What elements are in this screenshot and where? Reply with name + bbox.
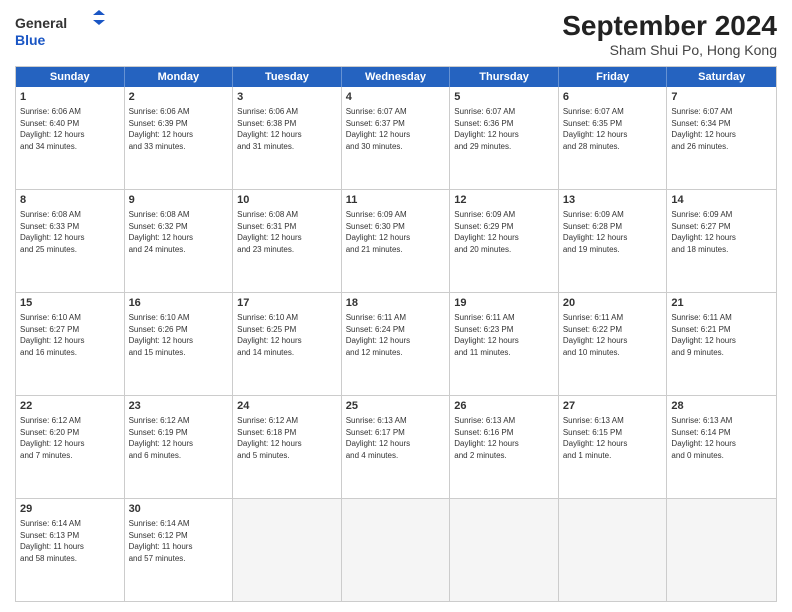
month-title: September 2024: [562, 10, 777, 42]
cell-sep-21: 21 Sunrise: 6:11 AMSunset: 6:21 PMDaylig…: [667, 293, 776, 395]
cell-sep-8: 8 Sunrise: 6:08 AMSunset: 6:33 PMDayligh…: [16, 190, 125, 292]
cell-sep-27: 27 Sunrise: 6:13 AMSunset: 6:15 PMDaylig…: [559, 396, 668, 498]
calendar-body: 1 Sunrise: 6:06 AMSunset: 6:40 PMDayligh…: [16, 87, 776, 601]
cell-sep-2: 2 Sunrise: 6:06 AMSunset: 6:39 PMDayligh…: [125, 87, 234, 189]
week-row-4: 22 Sunrise: 6:12 AMSunset: 6:20 PMDaylig…: [16, 395, 776, 498]
svg-text:General: General: [15, 15, 67, 31]
cell-sep-9: 9 Sunrise: 6:08 AMSunset: 6:32 PMDayligh…: [125, 190, 234, 292]
cell-sep-5: 5 Sunrise: 6:07 AMSunset: 6:36 PMDayligh…: [450, 87, 559, 189]
cell-sep-17: 17 Sunrise: 6:10 AMSunset: 6:25 PMDaylig…: [233, 293, 342, 395]
cell-empty-2: [342, 499, 451, 601]
header-thursday: Thursday: [450, 67, 559, 87]
cell-empty-5: [667, 499, 776, 601]
cell-sep-20: 20 Sunrise: 6:11 AMSunset: 6:22 PMDaylig…: [559, 293, 668, 395]
title-block: September 2024 Sham Shui Po, Hong Kong: [562, 10, 777, 58]
cell-sep-22: 22 Sunrise: 6:12 AMSunset: 6:20 PMDaylig…: [16, 396, 125, 498]
cell-sep-19: 19 Sunrise: 6:11 AMSunset: 6:23 PMDaylig…: [450, 293, 559, 395]
header-monday: Monday: [125, 67, 234, 87]
cell-sep-14: 14 Sunrise: 6:09 AMSunset: 6:27 PMDaylig…: [667, 190, 776, 292]
cell-sep-24: 24 Sunrise: 6:12 AMSunset: 6:18 PMDaylig…: [233, 396, 342, 498]
cell-empty-4: [559, 499, 668, 601]
cell-sep-11: 11 Sunrise: 6:09 AMSunset: 6:30 PMDaylig…: [342, 190, 451, 292]
cell-empty-3: [450, 499, 559, 601]
cell-sep-1: 1 Sunrise: 6:06 AMSunset: 6:40 PMDayligh…: [16, 87, 125, 189]
week-row-5: 29 Sunrise: 6:14 AMSunset: 6:13 PMDaylig…: [16, 498, 776, 601]
week-row-2: 8 Sunrise: 6:08 AMSunset: 6:33 PMDayligh…: [16, 189, 776, 292]
logo: General Blue: [15, 10, 105, 52]
cell-sep-12: 12 Sunrise: 6:09 AMSunset: 6:29 PMDaylig…: [450, 190, 559, 292]
cell-sep-4: 4 Sunrise: 6:07 AMSunset: 6:37 PMDayligh…: [342, 87, 451, 189]
calendar: Sunday Monday Tuesday Wednesday Thursday…: [15, 66, 777, 602]
cell-sep-15: 15 Sunrise: 6:10 AMSunset: 6:27 PMDaylig…: [16, 293, 125, 395]
week-row-3: 15 Sunrise: 6:10 AMSunset: 6:27 PMDaylig…: [16, 292, 776, 395]
cell-sep-29: 29 Sunrise: 6:14 AMSunset: 6:13 PMDaylig…: [16, 499, 125, 601]
page: General Blue September 2024 Sham Shui Po…: [0, 0, 792, 612]
cell-sep-26: 26 Sunrise: 6:13 AMSunset: 6:16 PMDaylig…: [450, 396, 559, 498]
cell-sep-13: 13 Sunrise: 6:09 AMSunset: 6:28 PMDaylig…: [559, 190, 668, 292]
svg-text:Blue: Blue: [15, 32, 46, 48]
cell-empty-1: [233, 499, 342, 601]
cell-sep-3: 3 Sunrise: 6:06 AMSunset: 6:38 PMDayligh…: [233, 87, 342, 189]
cell-sep-16: 16 Sunrise: 6:10 AMSunset: 6:26 PMDaylig…: [125, 293, 234, 395]
cell-sep-28: 28 Sunrise: 6:13 AMSunset: 6:14 PMDaylig…: [667, 396, 776, 498]
cell-sep-23: 23 Sunrise: 6:12 AMSunset: 6:19 PMDaylig…: [125, 396, 234, 498]
cell-sep-18: 18 Sunrise: 6:11 AMSunset: 6:24 PMDaylig…: [342, 293, 451, 395]
header-sunday: Sunday: [16, 67, 125, 87]
cell-sep-25: 25 Sunrise: 6:13 AMSunset: 6:17 PMDaylig…: [342, 396, 451, 498]
calendar-header: Sunday Monday Tuesday Wednesday Thursday…: [16, 67, 776, 87]
week-row-1: 1 Sunrise: 6:06 AMSunset: 6:40 PMDayligh…: [16, 87, 776, 189]
cell-sep-7: 7 Sunrise: 6:07 AMSunset: 6:34 PMDayligh…: [667, 87, 776, 189]
logo-svg: General Blue: [15, 10, 105, 52]
header: General Blue September 2024 Sham Shui Po…: [15, 10, 777, 58]
header-friday: Friday: [559, 67, 668, 87]
header-saturday: Saturday: [667, 67, 776, 87]
subtitle: Sham Shui Po, Hong Kong: [562, 42, 777, 58]
cell-sep-30: 30 Sunrise: 6:14 AMSunset: 6:12 PMDaylig…: [125, 499, 234, 601]
header-tuesday: Tuesday: [233, 67, 342, 87]
cell-sep-6: 6 Sunrise: 6:07 AMSunset: 6:35 PMDayligh…: [559, 87, 668, 189]
header-wednesday: Wednesday: [342, 67, 451, 87]
cell-sep-10: 10 Sunrise: 6:08 AMSunset: 6:31 PMDaylig…: [233, 190, 342, 292]
